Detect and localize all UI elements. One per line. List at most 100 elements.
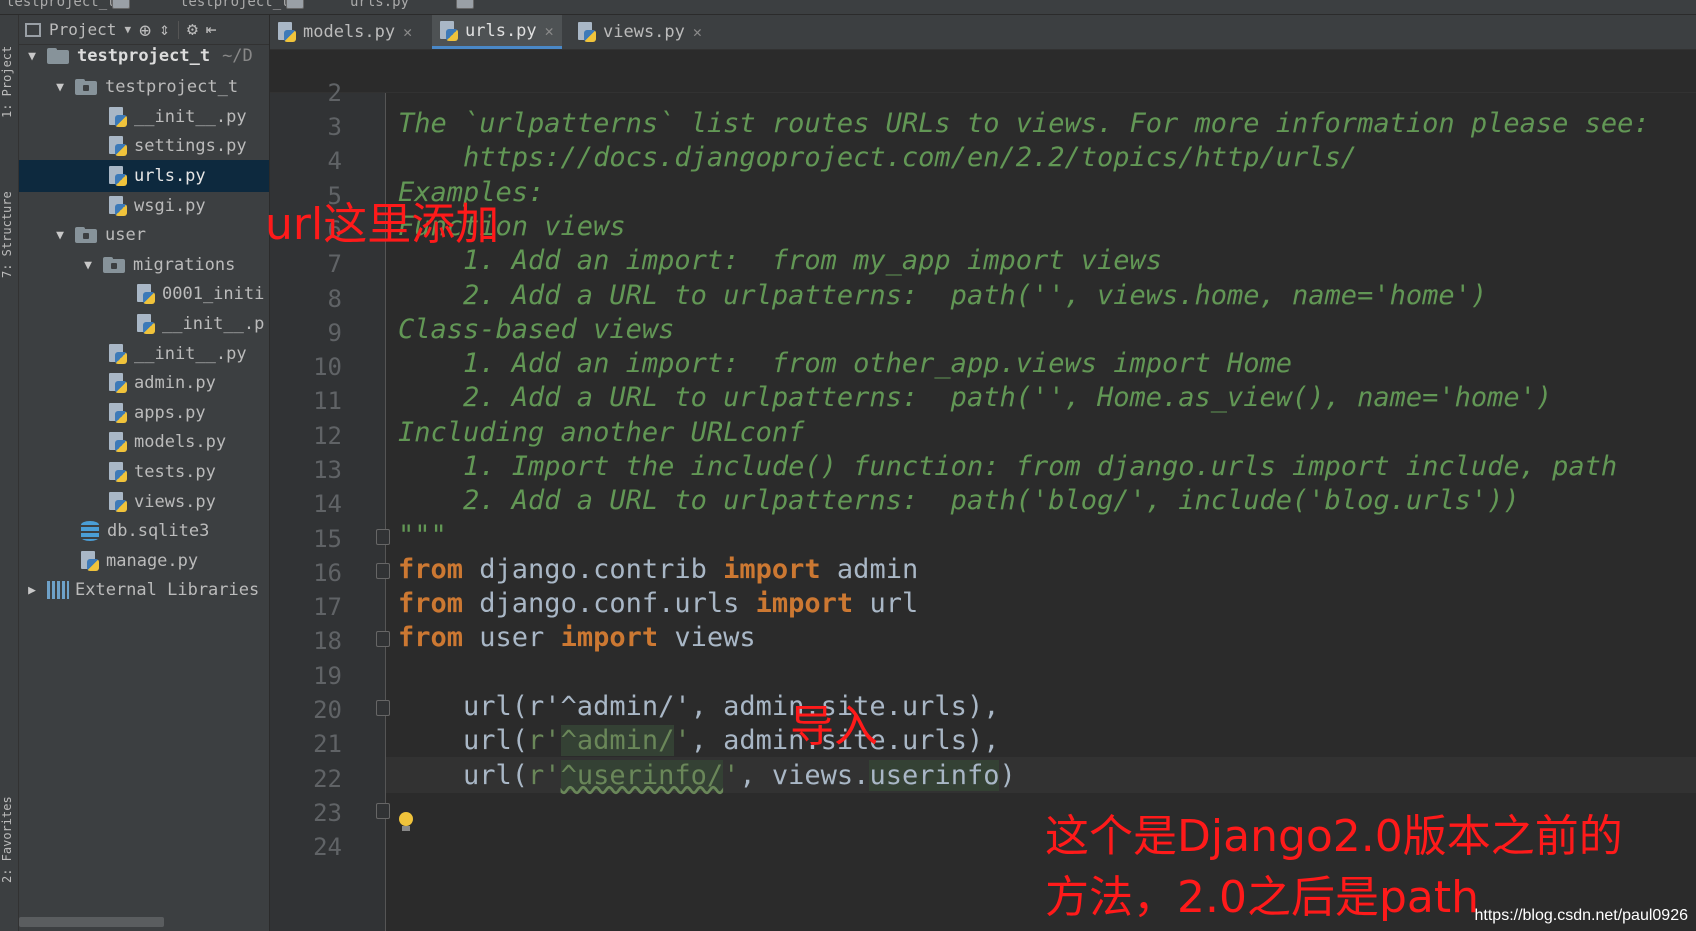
tree-item-label: apps.py [134,403,206,423]
tree-folder-package[interactable]: ▼ testproject_t [19,71,269,103]
code-line: The `urlpatterns` list routes URLs to vi… [398,108,1650,139]
tree-file[interactable]: __init__.p [19,308,269,340]
tree-file-db[interactable]: db.sqlite3 [19,515,269,547]
tab-models[interactable]: models.py ✕ [278,15,412,49]
chevron-down-icon[interactable]: ▼ [124,23,131,36]
line-number: 8 [270,285,342,313]
editor-navigation-bar [270,50,1696,93]
expand-arrow-icon[interactable]: ▼ [81,258,95,273]
tree-file[interactable]: __init__.py [19,101,269,133]
tool-window-strip: 1: Project 7: Structure 2: Favorites [0,15,19,931]
collapse-all-icon[interactable]: ⇕ [159,19,170,40]
tree-file[interactable]: manage.py [19,545,269,577]
line-number: 13 [270,456,342,484]
line-number: 19 [270,662,342,690]
tree-item-label: manage.py [106,551,198,571]
tree-root[interactable]: ▼ testproject_t ~/D [19,40,269,72]
tab-urls[interactable]: urls.py ✕ [432,15,562,49]
code-line: Including another URLconf [398,417,804,448]
project-panel: Project ▼ ⊕ ⇕ ⚙ ⇤ ▼ testproject_t ~/D ▼ … [19,15,269,931]
code-line: 1. Add an import: from my_app import vie… [398,245,1162,276]
code-line: 2. Add a URL to urlpatterns: path('', Ho… [398,382,1552,413]
code-line: 1. Add an import: from other_app.views i… [398,348,1292,379]
tree-folder-migrations[interactable]: ▼ migrations [19,249,269,281]
project-view-selector[interactable]: Project [49,20,116,39]
project-view-icon[interactable] [25,23,41,37]
breadcrumb-project[interactable]: testproject_t [6,0,116,10]
watermark: https://blog.csdn.net/paul0926 [1475,907,1689,925]
python-file-icon [109,373,127,393]
tree-item-label: wsgi.py [134,196,206,216]
expand-arrow-icon[interactable]: ▶ [25,583,39,598]
close-icon[interactable]: ✕ [403,23,412,41]
tree-file[interactable]: apps.py [19,397,269,429]
code-line-admin-url: url(r'^admin/', admin.site.urls), [398,725,999,756]
tree-file-selected[interactable]: urls.py [19,160,269,192]
tree-file[interactable]: tests.py [19,456,269,488]
tree-item-label: models.py [134,432,226,452]
navigation-breadcrumb: testproject_t testproject_t urls.py [0,0,1696,15]
tree-file[interactable]: settings.py [19,130,269,162]
tree-file[interactable]: 0001_initi [19,278,269,310]
breadcrumb-package[interactable]: testproject_t [180,0,290,10]
tool-tab-structure[interactable]: 7: Structure [0,180,18,290]
python-file-icon [137,284,155,304]
folder-icon [112,0,130,9]
package-folder-icon [75,79,97,95]
line-number: 20 [270,696,342,724]
line-number: 17 [270,593,342,621]
keyword-token: from [398,588,463,619]
tool-tab-favorites[interactable]: 2: Favorites [0,785,18,895]
tree-file[interactable]: wsgi.py [19,190,269,222]
line-number: 15 [270,525,342,553]
expand-arrow-icon[interactable]: ▼ [53,80,67,95]
tool-tab-project[interactable]: 1: Project [0,27,18,137]
line-number: 11 [270,387,342,415]
expand-arrow-icon[interactable]: ▼ [25,49,39,64]
python-file-icon [440,21,458,41]
tab-label: models.py [303,22,395,42]
gear-icon[interactable]: ⚙ [187,19,198,40]
tree-external-libraries[interactable]: ▶ External Libraries [19,574,269,606]
hide-panel-icon[interactable]: ⇤ [206,19,217,40]
tree-file[interactable]: __init__.py [19,338,269,370]
python-file-icon [109,432,127,452]
python-file-icon [137,314,155,334]
python-file-icon [109,166,127,186]
breadcrumb-file[interactable]: urls.py [350,0,409,10]
annotation-add-here: url这里添加 [265,188,499,252]
breadcrumb-label: urls.py [350,0,409,10]
annotation-note-line1: 这个是Django2.0版本之前的 [1045,800,1623,864]
tree-item-label: __init__.py [134,107,247,127]
python-file-icon [456,0,474,9]
close-icon[interactable]: ✕ [693,23,702,41]
tab-label: views.py [603,22,685,42]
tree-folder-user[interactable]: ▼ user [19,219,269,251]
python-file-icon [109,136,127,156]
tree-item-path: ~/D [222,46,253,66]
tree-item-label: testproject_t [77,46,210,66]
tree-item-label: settings.py [134,136,247,156]
tree-file[interactable]: admin.py [19,367,269,399]
horizontal-scrollbar[interactable] [19,917,164,927]
code-line: 2. Add a URL to urlpatterns: path('blog/… [398,485,1520,516]
tree-file[interactable]: views.py [19,486,269,518]
python-file-icon [109,403,127,423]
expand-arrow-icon[interactable]: ▼ [53,228,67,243]
folder-icon [286,0,304,9]
code-line: 1. Import the include() function: from d… [398,451,1617,482]
close-icon[interactable]: ✕ [545,22,554,40]
python-file-icon [109,107,127,127]
tree-item-label: urls.py [134,166,206,186]
line-number: 24 [270,833,342,861]
string-token: r'^userinfo/' [528,760,739,791]
code-line: """ [398,520,447,551]
string-token: r'^admin/' [528,725,691,756]
line-number: 14 [270,490,342,518]
tree-file[interactable]: models.py [19,426,269,458]
target-icon[interactable]: ⊕ [139,18,151,42]
tab-label: urls.py [465,21,537,41]
line-number: 23 [270,799,342,827]
python-file-icon [109,196,127,216]
tab-views[interactable]: views.py ✕ [578,15,702,49]
